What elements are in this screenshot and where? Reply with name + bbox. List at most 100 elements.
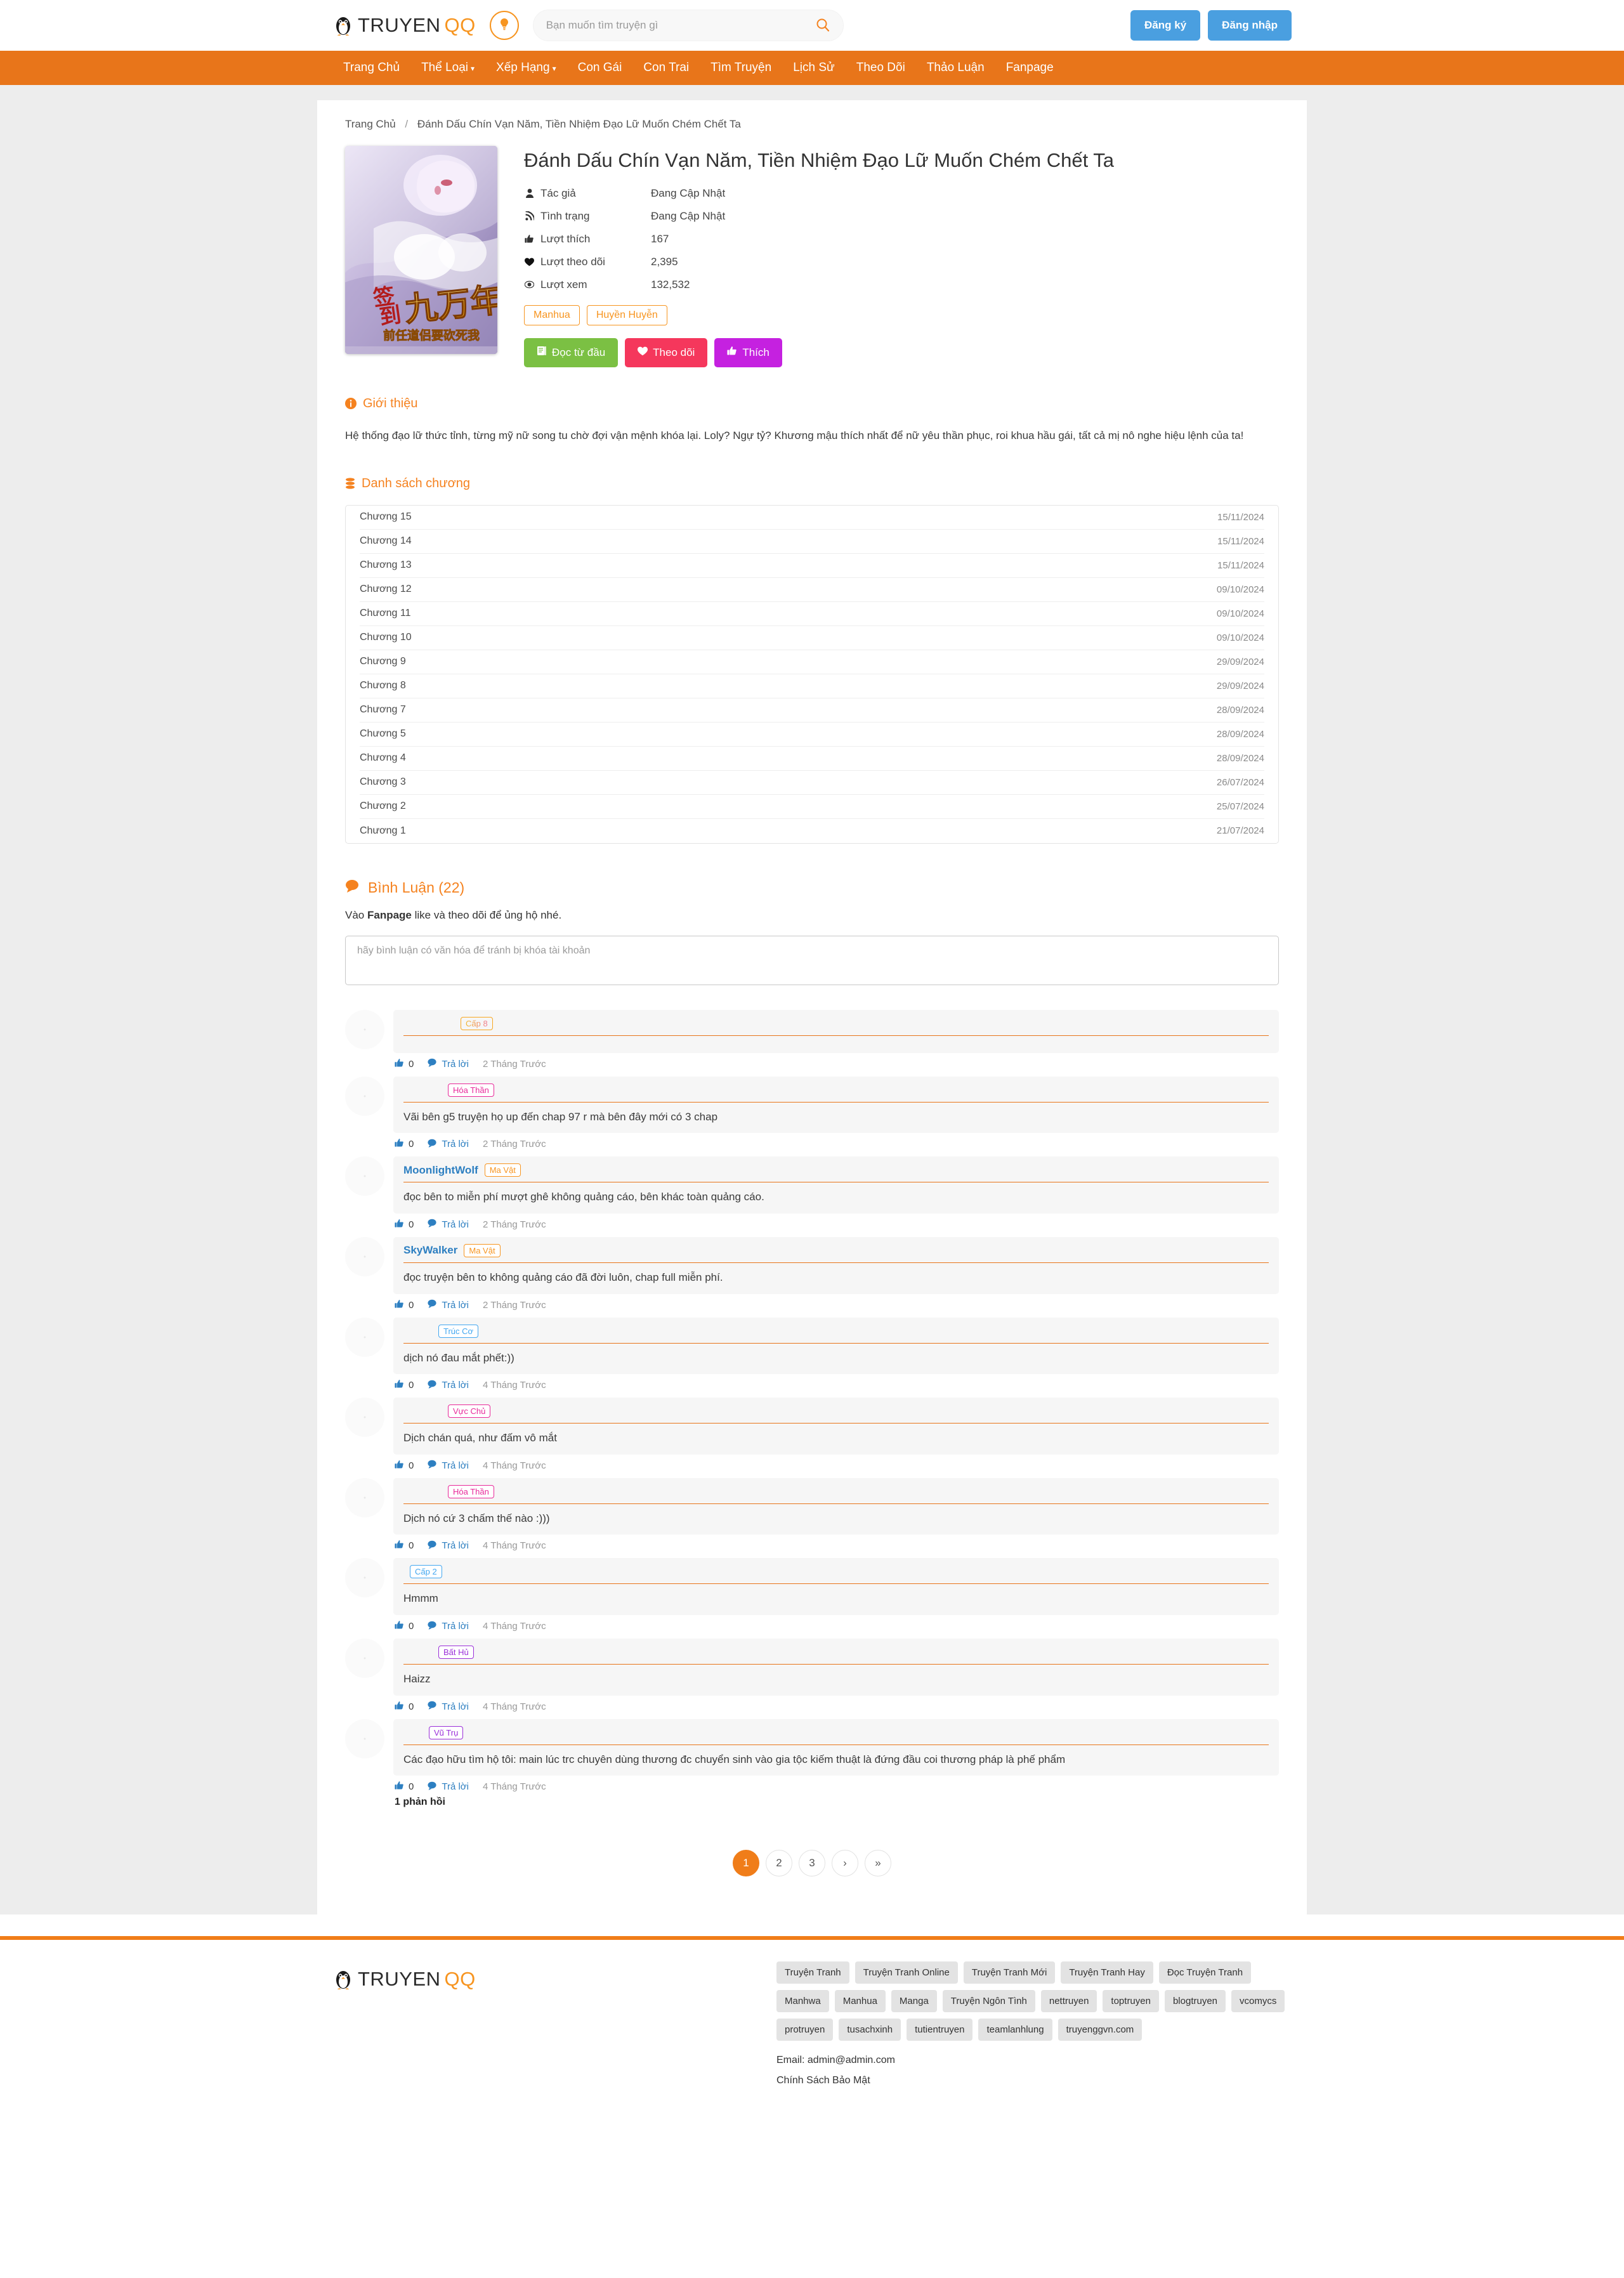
chapter-row[interactable]: Chương 7 28/09/2024 bbox=[360, 698, 1264, 723]
nav-item-8[interactable]: Thảo Luận bbox=[916, 51, 995, 85]
chapter-row[interactable]: Chương 14 15/11/2024 bbox=[360, 530, 1264, 554]
nav-item-7[interactable]: Theo Dõi bbox=[846, 51, 916, 85]
chapter-row[interactable]: Chương 10 09/10/2024 bbox=[360, 626, 1264, 650]
chapter-row[interactable]: Chương 15 15/11/2024 bbox=[360, 506, 1264, 530]
nav-item-1[interactable]: Thể Loại ▾ bbox=[410, 51, 485, 86]
site-logo[interactable]: TRUYEN QQ bbox=[332, 14, 476, 37]
comment-username[interactable]: MoonlightWolf bbox=[403, 1164, 478, 1177]
genre-tag[interactable]: Manhua bbox=[524, 304, 580, 325]
footer-keyword-link[interactable]: nettruyen bbox=[1040, 1990, 1097, 2013]
footer-keyword-link[interactable]: Manhua bbox=[834, 1990, 886, 2013]
chapter-name[interactable]: Chương 4 bbox=[360, 752, 406, 764]
footer-keyword-link[interactable]: Truyện Tranh Hay bbox=[1061, 1961, 1153, 1984]
chapter-row[interactable]: Chương 13 15/11/2024 bbox=[360, 554, 1264, 578]
footer-keyword-link[interactable]: toptruyen bbox=[1103, 1990, 1159, 2013]
chapter-row[interactable]: Chương 1 21/07/2024 bbox=[360, 819, 1264, 843]
nav-item-3[interactable]: Con Gái bbox=[567, 51, 633, 85]
comment-like-button[interactable]: 0 bbox=[395, 1781, 414, 1793]
chapter-name[interactable]: Chương 2 bbox=[360, 801, 406, 812]
fanpage-link[interactable]: Fanpage bbox=[367, 909, 412, 921]
footer-keyword-link[interactable]: protruyen bbox=[776, 2019, 834, 2041]
footer-keyword-link[interactable]: tutientruyen bbox=[907, 2019, 973, 2041]
comment-reply-button[interactable]: Trả lời bbox=[428, 1058, 469, 1070]
chapter-row[interactable]: Chương 4 28/09/2024 bbox=[360, 747, 1264, 771]
chapter-name[interactable]: Chương 7 bbox=[360, 704, 406, 716]
footer-keyword-link[interactable]: Đọc Truyện Tranh bbox=[1158, 1961, 1252, 1984]
register-button[interactable]: Đăng ký bbox=[1130, 10, 1201, 41]
comment-input[interactable] bbox=[345, 935, 1279, 985]
footer-keyword-link[interactable]: Truyện Tranh Online bbox=[855, 1961, 958, 1984]
nav-item-2[interactable]: Xếp Hạng ▾ bbox=[485, 51, 567, 86]
pagination-button[interactable]: 2 bbox=[766, 1850, 792, 1877]
action-button-1[interactable]: Theo dõi bbox=[625, 337, 708, 367]
comment-like-button[interactable]: 0 bbox=[395, 1540, 414, 1552]
chapter-name[interactable]: Chương 9 bbox=[360, 656, 406, 667]
chapter-row[interactable]: Chương 5 28/09/2024 bbox=[360, 723, 1264, 747]
chapter-name[interactable]: Chương 10 bbox=[360, 632, 412, 643]
chapter-row[interactable]: Chương 11 09/10/2024 bbox=[360, 602, 1264, 626]
nav-item-0[interactable]: Trang Chủ bbox=[332, 51, 410, 85]
pagination-button[interactable]: › bbox=[832, 1850, 858, 1877]
chapter-name[interactable]: Chương 11 bbox=[360, 608, 411, 619]
comment-reply-button[interactable]: Trả lời bbox=[428, 1540, 469, 1552]
breadcrumb-home[interactable]: Trang Chủ bbox=[345, 118, 396, 130]
pagination-button[interactable]: 1 bbox=[733, 1850, 759, 1877]
chapter-row[interactable]: Chương 3 26/07/2024 bbox=[360, 771, 1264, 795]
search-input[interactable] bbox=[546, 19, 815, 32]
search-bar[interactable] bbox=[532, 10, 844, 41]
comment-reply-button[interactable]: Trả lời bbox=[428, 1219, 469, 1230]
footer-keyword-link[interactable]: Truyện Tranh bbox=[776, 1961, 849, 1984]
chapter-row[interactable]: Chương 8 29/09/2024 bbox=[360, 674, 1264, 698]
comic-cover-image[interactable]: 签 到 九万年 前任道侣要砍死我 bbox=[345, 146, 497, 354]
comment-reply-button[interactable]: Trả lời bbox=[428, 1380, 469, 1391]
comment-like-button[interactable]: 0 bbox=[395, 1219, 414, 1231]
footer-logo[interactable]: TRUYEN QQ bbox=[332, 1968, 738, 1991]
chapter-name[interactable]: Chương 8 bbox=[360, 680, 406, 691]
footer-keyword-link[interactable]: teamlanhlung bbox=[978, 2019, 1052, 2041]
comment-reply-button[interactable]: Trả lời bbox=[428, 1781, 469, 1793]
nav-item-6[interactable]: Lịch Sử bbox=[782, 51, 846, 85]
nav-item-9[interactable]: Fanpage bbox=[995, 51, 1064, 85]
genre-tag[interactable]: Huyền Huyễn bbox=[586, 304, 667, 325]
chapter-name[interactable]: Chương 12 bbox=[360, 584, 412, 595]
chapter-row[interactable]: Chương 9 29/09/2024 bbox=[360, 650, 1264, 674]
chapter-row[interactable]: Chương 12 09/10/2024 bbox=[360, 578, 1264, 602]
comment-reply-button[interactable]: Trả lời bbox=[428, 1621, 469, 1632]
footer-keyword-link[interactable]: blogtruyen bbox=[1164, 1990, 1226, 2013]
action-button-2[interactable]: Thích bbox=[714, 337, 782, 367]
footer-keyword-link[interactable]: Manhwa bbox=[776, 1990, 829, 2013]
footer-keyword-link[interactable]: Truyện Tranh Mới bbox=[963, 1961, 1056, 1984]
comment-reply-button[interactable]: Trả lời bbox=[428, 1139, 469, 1150]
chapter-name[interactable]: Chương 14 bbox=[360, 535, 412, 547]
footer-keyword-link[interactable]: Truyện Ngôn Tình bbox=[942, 1990, 1035, 2013]
chapter-name[interactable]: Chương 15 bbox=[360, 511, 412, 523]
comment-reply-button[interactable]: Trả lời bbox=[428, 1460, 469, 1471]
comment-like-button[interactable]: 0 bbox=[395, 1058, 414, 1070]
nav-item-4[interactable]: Con Trai bbox=[632, 51, 700, 85]
comment-like-button[interactable]: 0 bbox=[395, 1620, 414, 1632]
search-button[interactable] bbox=[815, 17, 830, 34]
footer-privacy-link[interactable]: Chính Sách Bảo Mật bbox=[776, 2075, 1292, 2086]
pagination-button[interactable]: 3 bbox=[799, 1850, 825, 1877]
comment-reply-count[interactable]: 1 phản hồi bbox=[393, 1793, 1279, 1808]
footer-keyword-link[interactable]: vcomycs bbox=[1231, 1990, 1285, 2013]
comment-username[interactable]: SkyWalker bbox=[403, 1244, 457, 1257]
chapter-name[interactable]: Chương 13 bbox=[360, 560, 412, 571]
comment-like-button[interactable]: 0 bbox=[395, 1379, 414, 1391]
footer-keyword-link[interactable]: tusachxinh bbox=[839, 2019, 901, 2041]
chapter-name[interactable]: Chương 3 bbox=[360, 776, 406, 788]
login-button[interactable]: Đăng nhập bbox=[1208, 10, 1292, 41]
footer-keyword-link[interactable]: Manga bbox=[891, 1990, 937, 2013]
action-button-0[interactable]: Đọc từ đầu bbox=[524, 337, 619, 367]
footer-keyword-link[interactable]: truyenggvn.com bbox=[1058, 2019, 1143, 2041]
lightbulb-button[interactable] bbox=[489, 11, 519, 40]
nav-item-5[interactable]: Tìm Truyện bbox=[700, 51, 782, 85]
comment-like-button[interactable]: 0 bbox=[395, 1138, 414, 1150]
chapter-name[interactable]: Chương 1 bbox=[360, 825, 406, 837]
comment-reply-button[interactable]: Trả lời bbox=[428, 1701, 469, 1712]
comment-like-button[interactable]: 0 bbox=[395, 1299, 414, 1311]
comment-like-button[interactable]: 0 bbox=[395, 1460, 414, 1472]
pagination-button[interactable]: » bbox=[865, 1850, 891, 1877]
comment-reply-button[interactable]: Trả lời bbox=[428, 1299, 469, 1311]
chapter-name[interactable]: Chương 5 bbox=[360, 728, 406, 740]
